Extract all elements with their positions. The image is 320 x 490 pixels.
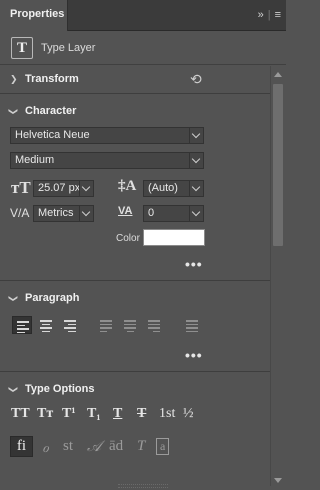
contextual-alternates-button[interactable]: ℴ	[42, 438, 49, 457]
subscript-button[interactable]: T₁	[87, 406, 101, 422]
paragraph-title: Paragraph	[25, 292, 80, 304]
align-right-icon	[64, 320, 76, 334]
titling-alternates-button[interactable]: T	[137, 438, 145, 455]
fractions-button[interactable]: ½	[183, 406, 194, 422]
swash-button[interactable]: 𝒜	[87, 438, 101, 456]
underline-button[interactable]: T	[113, 406, 122, 422]
layer-type-label: Type Layer	[41, 42, 96, 54]
scroll-down-arrow-icon[interactable]	[274, 478, 282, 483]
stylistic-alternates-button[interactable]: ād	[109, 438, 123, 455]
tracking-field[interactable]: 0	[143, 205, 204, 222]
kerning-select[interactable]: Metrics	[33, 205, 94, 222]
kerning-icon: V/A	[10, 206, 30, 220]
align-left-icon	[17, 321, 29, 335]
justify-last-left-icon	[100, 320, 112, 334]
scroll-up-arrow-icon[interactable]	[274, 72, 282, 77]
align-center-icon	[40, 320, 52, 334]
chevron-down-icon	[79, 180, 93, 197]
panel-menu-icon[interactable]: ≡	[275, 9, 282, 21]
align-left-button[interactable]	[12, 316, 32, 334]
leading-field[interactable]: (Auto)	[143, 180, 204, 197]
standard-ligatures-button[interactable]: fi	[10, 436, 33, 457]
tab-properties[interactable]: Properties	[0, 0, 68, 31]
transform-section-header[interactable]: ❯ Transform ⟲	[0, 69, 270, 91]
section-divider	[0, 93, 270, 94]
more-options-icon[interactable]: •••	[185, 347, 203, 363]
justify-last-left-button[interactable]	[96, 316, 116, 334]
tracking-icon: VA	[118, 205, 133, 217]
section-divider	[0, 280, 270, 281]
justify-last-right-icon	[148, 320, 160, 334]
chevron-down-icon	[79, 205, 93, 222]
layer-type-row: T Type Layer	[0, 32, 286, 65]
ordinal-box-button[interactable]: a	[156, 438, 170, 455]
justify-last-center-button[interactable]	[120, 316, 140, 334]
chevron-down-icon: ❯	[8, 107, 19, 116]
font-size-field[interactable]: 25.07 px	[33, 180, 94, 197]
ordinals-button[interactable]: 1st	[159, 406, 175, 422]
discretionary-ligatures-button[interactable]: st	[63, 438, 73, 455]
chevron-right-icon: ❯	[10, 74, 18, 84]
align-center-button[interactable]	[36, 316, 56, 334]
justify-all-button[interactable]	[182, 316, 202, 334]
color-label: Color	[116, 233, 140, 244]
justify-all-icon	[186, 320, 198, 334]
font-family-value: Helvetica Neue	[15, 129, 90, 141]
chevron-down-icon	[189, 152, 203, 169]
chevron-down-icon	[189, 127, 203, 144]
chevron-down-icon: ❯	[8, 385, 19, 394]
paragraph-section-header[interactable]: ❯ Paragraph	[0, 288, 270, 310]
character-title: Character	[25, 105, 77, 117]
leading-icon: ‡A	[118, 178, 137, 194]
font-size-icon: тT	[11, 178, 31, 197]
more-options-icon[interactable]: •••	[185, 256, 203, 272]
small-caps-button[interactable]: Tт	[37, 406, 53, 422]
reset-transform-icon[interactable]: ⟲	[190, 71, 202, 88]
section-divider	[0, 371, 270, 372]
superscript-button[interactable]: T¹	[62, 406, 76, 422]
text-color-swatch[interactable]	[143, 229, 205, 246]
chevron-down-icon	[189, 205, 203, 222]
justify-last-center-icon	[124, 320, 136, 334]
kerning-value: Metrics	[38, 207, 74, 219]
type-layer-icon: T	[11, 37, 33, 59]
strikethrough-button[interactable]: T	[137, 406, 146, 422]
type-options-section-header[interactable]: ❯ Type Options	[0, 379, 270, 401]
all-caps-button[interactable]: TT	[11, 406, 30, 422]
character-section-header[interactable]: ❯ Character	[0, 101, 270, 123]
transform-title: Transform	[25, 73, 79, 85]
font-style-select[interactable]: Medium	[10, 152, 204, 169]
panel-controls: » | ≡	[257, 9, 282, 21]
font-family-select[interactable]: Helvetica Neue	[10, 127, 204, 144]
font-size-value: 25.07 px	[38, 182, 81, 194]
font-style-value: Medium	[15, 154, 55, 166]
tracking-value: 0	[148, 207, 155, 219]
align-right-button[interactable]	[60, 316, 80, 334]
panel-tab-bar: Properties » | ≡	[0, 0, 286, 31]
chevron-down-icon	[189, 180, 203, 197]
panel-resize-grip[interactable]	[118, 484, 168, 488]
leading-value: (Auto)	[148, 182, 178, 194]
justify-last-right-button[interactable]	[144, 316, 164, 334]
scrollbar-thumb[interactable]	[273, 84, 283, 246]
double-chevron-right-icon[interactable]: »	[258, 9, 265, 21]
chevron-down-icon: ❯	[8, 294, 19, 303]
type-options-title: Type Options	[25, 383, 95, 395]
